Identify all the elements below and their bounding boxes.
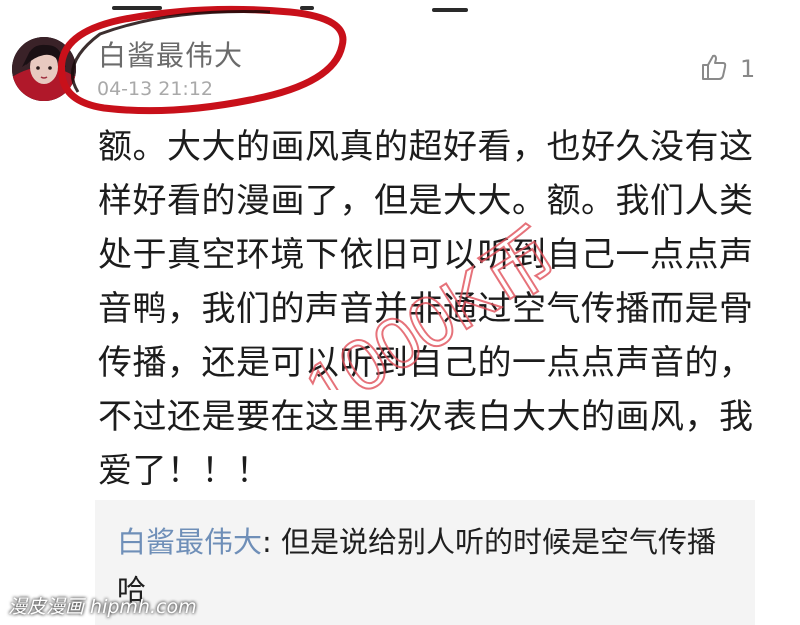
- comment-username[interactable]: 白酱最伟大: [98, 34, 243, 74]
- like-count: 1: [740, 55, 756, 83]
- reply-text: 白酱最伟大: 但是说给别人听的时候是空气传播哈: [117, 518, 737, 614]
- corner-watermark: 漫皮漫画 hipmh.com: [8, 596, 197, 618]
- top-bar-fragment: [432, 8, 468, 12]
- comment-line: 处于真空环境下依旧可以听到自己一点点声: [98, 235, 754, 275]
- reply-separator: :: [262, 525, 282, 559]
- top-bar-fragment: [112, 6, 162, 10]
- top-bar-fragment: [300, 6, 314, 10]
- reply-username[interactable]: 白酱最伟大: [117, 525, 262, 559]
- thumbs-up-icon: [700, 53, 728, 85]
- comment-line: 爱了！！！: [98, 451, 271, 491]
- comment-line: 传播，还是可以听到自己的一点点声音的，: [98, 343, 754, 383]
- like-button[interactable]: 1: [700, 54, 755, 84]
- avatar-image: [12, 37, 76, 101]
- comment-line: 音鸭，我们的声音并非通过空气传播而是骨: [98, 289, 754, 329]
- comment-line: 额。大大的画风真的超好看，也好久没有这: [98, 127, 754, 167]
- comment-body: 额。大大的画风真的超好看，也好久没有这 样好看的漫画了，但是大大。额。我们人类 …: [98, 120, 768, 498]
- comment-line: 样好看的漫画了，但是大大。额。我们人类: [98, 181, 754, 221]
- top-bar: [0, 0, 800, 14]
- comment-timestamp: 04-13 21:12: [97, 78, 214, 100]
- avatar[interactable]: [12, 37, 76, 101]
- comment-line: 不过还是要在这里再次表白大大的画风，我: [98, 397, 754, 437]
